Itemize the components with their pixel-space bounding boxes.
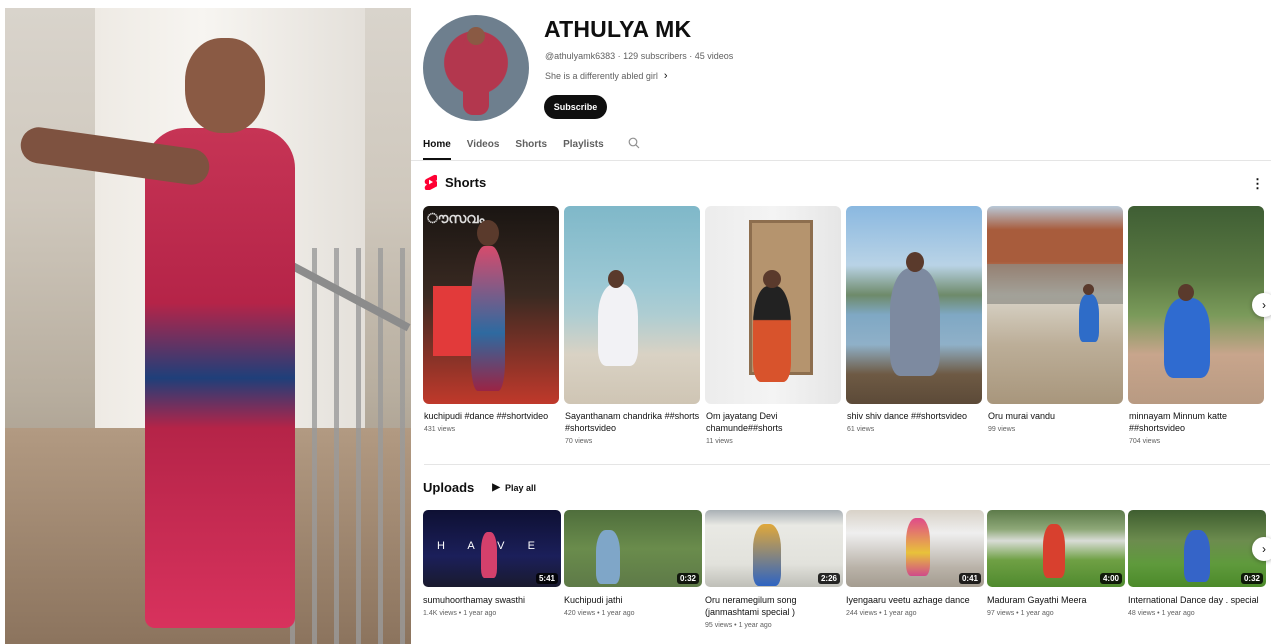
shorts-section-header: Shorts: [424, 174, 486, 190]
short-thumbnail[interactable]: ൗസവം: [423, 206, 559, 404]
video-thumbnail[interactable]: 4:00: [987, 510, 1125, 587]
short-title[interactable]: kuchipudi #dance ##shortvideo: [423, 410, 559, 422]
short-card[interactable]: Oru murai vandu 99 views: [987, 206, 1123, 433]
channel-avatar[interactable]: [423, 15, 529, 121]
video-meta: 97 views • 1 year ago: [987, 610, 1054, 617]
short-thumbnail[interactable]: [1128, 206, 1264, 404]
video-title[interactable]: International Dance day . special: [1128, 594, 1266, 606]
channel-description-text: She is a differently abled girl: [545, 71, 658, 81]
short-views: 61 views: [847, 426, 875, 433]
video-duration: 0:41: [958, 573, 981, 584]
short-title[interactable]: minnayam Minnum katte ##shortsvideo: [1128, 410, 1264, 434]
tabs-divider: [411, 160, 1271, 161]
video-card[interactable]: H A V E 5:41 sumuhoorthamay swasthi 1.4K…: [423, 510, 561, 617]
video-title[interactable]: sumuhoorthamay swasthi: [423, 594, 561, 606]
short-card[interactable]: minnayam Minnum katte ##shortsvideo 704 …: [1128, 206, 1264, 445]
tab-home[interactable]: Home: [423, 133, 451, 160]
play-all-button[interactable]: ▶ Play all: [492, 482, 536, 493]
short-views: 99 views: [988, 426, 1016, 433]
video-title[interactable]: Iyengaaru veetu azhage dance: [846, 594, 984, 606]
channel-photo: [5, 8, 411, 644]
section-divider: [424, 464, 1270, 465]
video-card[interactable]: 0:32 Kuchipudi jathi 420 views • 1 year …: [564, 510, 702, 617]
short-title[interactable]: shiv shiv dance ##shortsvideo: [846, 410, 982, 422]
play-all-label: Play all: [505, 482, 537, 493]
uploads-next-button[interactable]: ›: [1252, 537, 1271, 561]
channel-meta: @athulyamk6383 · 129 subscribers · 45 vi…: [545, 51, 734, 61]
play-icon: ▶: [492, 482, 500, 493]
shorts-next-button[interactable]: ›: [1252, 293, 1271, 317]
short-views: 11 views: [706, 438, 733, 445]
short-card[interactable]: shiv shiv dance ##shortsvideo 61 views: [846, 206, 982, 433]
short-views: 704 views: [1129, 438, 1161, 445]
video-card[interactable]: 2:26 Oru neramegilum song (janmashtami s…: [705, 510, 843, 629]
search-icon[interactable]: [628, 133, 640, 156]
short-views: 70 views: [565, 438, 593, 445]
shorts-logo-icon: [424, 174, 437, 190]
short-title[interactable]: Sayanthanam chandrika ##shorts #shortsvi…: [564, 410, 700, 434]
tab-shorts[interactable]: Shorts: [515, 133, 547, 158]
short-thumbnail[interactable]: [564, 206, 700, 404]
short-title[interactable]: Oru murai vandu: [987, 410, 1123, 422]
video-meta: 420 views • 1 year ago: [564, 610, 635, 617]
video-thumbnail[interactable]: 0:32: [564, 510, 702, 587]
short-card[interactable]: ൗസവം kuchipudi #dance ##shortvideo 431 v…: [423, 206, 559, 433]
video-thumbnail[interactable]: H A V E 5:41: [423, 510, 561, 587]
video-card[interactable]: 4:00 Maduram Gayathi Meera 97 views • 1 …: [987, 510, 1125, 617]
tab-videos[interactable]: Videos: [467, 133, 500, 158]
video-duration: 5:41: [535, 573, 558, 584]
chevron-right-icon: ›: [663, 70, 668, 82]
video-duration: 4:00: [1099, 573, 1122, 584]
video-meta: 1.4K views • 1 year ago: [423, 610, 497, 617]
short-card[interactable]: Om jayatang Devi chamunde##shorts 11 vie…: [705, 206, 841, 445]
short-thumbnail[interactable]: [846, 206, 982, 404]
chevron-right-icon: ›: [1262, 298, 1266, 312]
video-duration: 0:32: [1240, 573, 1263, 584]
video-thumbnail[interactable]: 0:32: [1128, 510, 1266, 587]
video-meta: 48 views • 1 year ago: [1128, 610, 1195, 617]
video-meta: 244 views • 1 year ago: [846, 610, 917, 617]
uploads-section-title: Uploads: [423, 480, 475, 495]
tab-playlists[interactable]: Playlists: [563, 133, 604, 158]
video-meta: 95 views • 1 year ago: [705, 622, 772, 629]
chevron-right-icon: ›: [1262, 542, 1266, 556]
video-card[interactable]: 0:32 International Dance day . special 4…: [1128, 510, 1266, 617]
shorts-section-title: Shorts: [445, 174, 487, 190]
video-title[interactable]: Maduram Gayathi Meera: [987, 594, 1125, 606]
video-card[interactable]: 0:41 Iyengaaru veetu azhage dance 244 vi…: [846, 510, 984, 617]
channel-description[interactable]: She is a differently abled girl ›: [545, 70, 668, 82]
video-thumbnail[interactable]: 0:41: [846, 510, 984, 587]
short-title[interactable]: Om jayatang Devi chamunde##shorts: [705, 410, 841, 434]
uploads-section-header: Uploads ▶ Play all: [423, 480, 536, 495]
short-thumbnail[interactable]: [987, 206, 1123, 404]
channel-tabs: Home Videos Shorts Playlists: [423, 133, 640, 161]
video-thumbnail[interactable]: 2:26: [705, 510, 843, 587]
short-thumbnail[interactable]: [705, 206, 841, 404]
video-title[interactable]: Kuchipudi jathi: [564, 594, 702, 606]
subscribe-button[interactable]: Subscribe: [544, 95, 607, 119]
channel-name: ATHULYA MK: [544, 16, 692, 42]
short-views: 431 views: [424, 426, 456, 433]
video-duration: 2:26: [817, 573, 840, 584]
more-vert-icon[interactable]: ⋮: [1251, 176, 1264, 192]
video-duration: 0:32: [676, 573, 699, 584]
video-title[interactable]: Oru neramegilum song (janmashtami specia…: [705, 594, 843, 618]
short-card[interactable]: Sayanthanam chandrika ##shorts #shortsvi…: [564, 206, 700, 445]
